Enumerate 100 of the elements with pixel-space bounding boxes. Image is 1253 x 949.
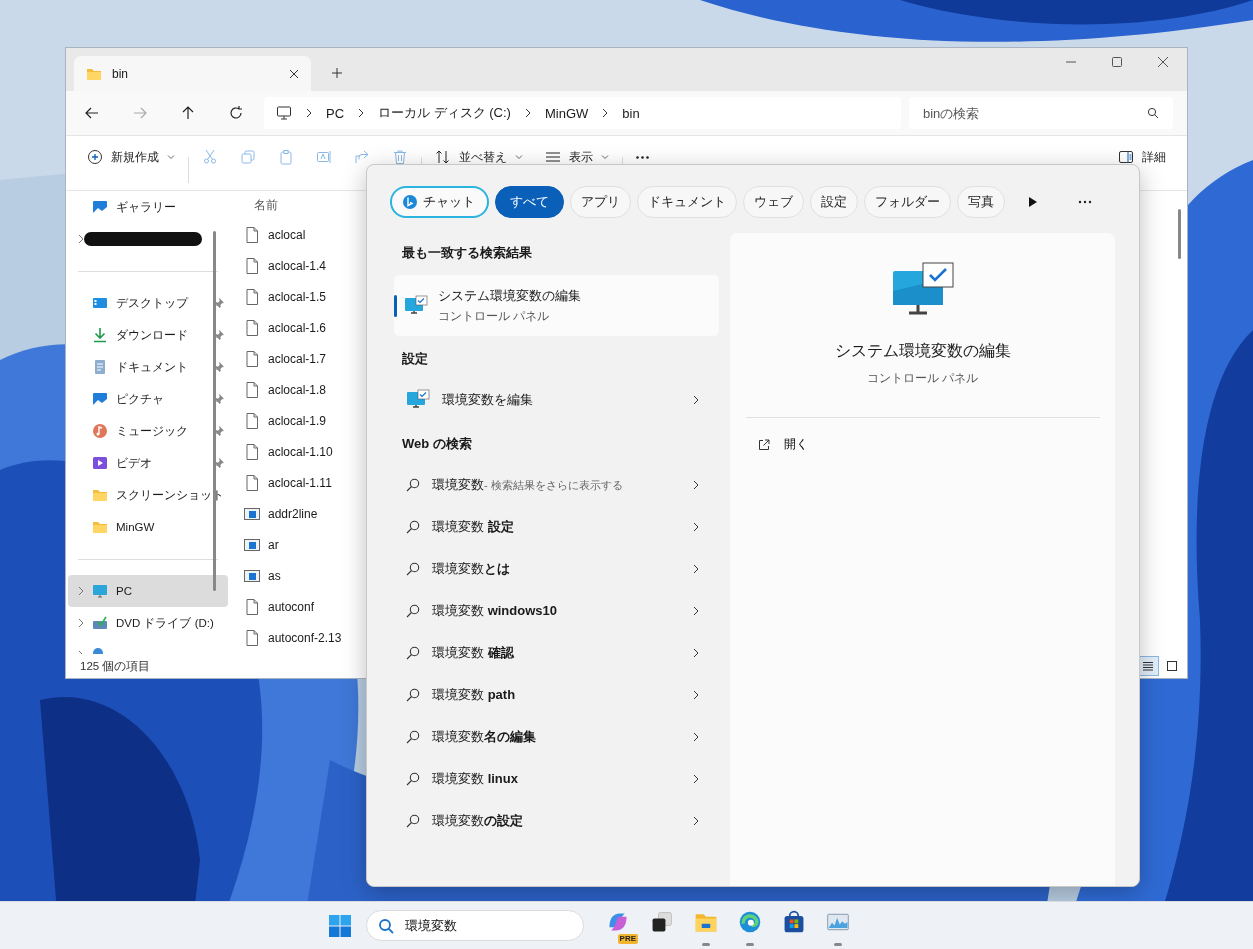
file-icon (244, 319, 260, 336)
breadcrumb[interactable]: MinGW (544, 105, 589, 121)
file-icon (244, 598, 260, 615)
file-name[interactable]: aclocal-1.10 (268, 444, 333, 459)
video-icon (92, 455, 108, 471)
filter-tab[interactable]: ドキュメント (637, 186, 737, 218)
monitor-icon (92, 583, 108, 599)
chevron-icon (693, 480, 699, 490)
app-window-icon (244, 536, 260, 553)
app-window-icon (244, 505, 260, 522)
settings-result[interactable]: 環境変数を編集 (394, 379, 719, 421)
filter-tab[interactable]: チャット (390, 186, 489, 218)
details-pane-button[interactable]: 詳細 (1107, 149, 1177, 165)
web-search-result[interactable]: 環境変数 linux (394, 758, 719, 800)
new-button[interactable]: 新規作成 (76, 149, 186, 165)
breadcrumb[interactable]: PC (326, 105, 345, 121)
task-view-icon[interactable] (650, 909, 674, 934)
web-search-result[interactable]: 環境変数 path (394, 674, 719, 716)
web-search-result[interactable]: 環境変数名の編集 (394, 716, 719, 758)
web-search-result[interactable]: 環境変数 設定 (394, 506, 719, 548)
file-name[interactable]: aclocal-1.5 (268, 289, 327, 304)
maximize-icon[interactable] (1111, 56, 1123, 68)
file-name[interactable]: aclocal-1.11 (268, 475, 332, 490)
tab-title: bin (112, 66, 129, 81)
file-name[interactable]: autoconf (268, 599, 315, 614)
sidebar-item[interactable]: ギャラリー (116, 199, 224, 215)
sort-icon (435, 149, 451, 165)
sidebar-item[interactable]: DVD ドライブ (D:) (116, 615, 224, 631)
filter-tab[interactable]: アプリ (570, 186, 631, 218)
close-icon[interactable] (289, 68, 299, 79)
file-name[interactable]: ar (268, 537, 279, 552)
sidebar-item[interactable]: ビデオ (116, 455, 206, 471)
web-search-result[interactable]: 環境変数- 検索結果をさらに表示する (394, 464, 719, 506)
file-name[interactable]: aclocal-1.9 (268, 413, 327, 428)
start-icon[interactable] (328, 913, 352, 938)
best-match-result[interactable]: システム環境変数の編集 コントロール パネル (394, 275, 719, 336)
view-button[interactable]: 表示 (534, 149, 620, 165)
new-tab-icon[interactable] (331, 67, 343, 79)
file-name[interactable]: aclocal-1.6 (268, 320, 327, 335)
edge-icon[interactable] (738, 909, 762, 934)
section-heading: Web の検索 (401, 435, 473, 453)
folder-icon (92, 519, 108, 535)
file-icon (244, 381, 260, 398)
back-arrow-icon[interactable] (84, 105, 100, 121)
search-icon (406, 646, 420, 660)
filter-tab[interactable]: すべて (495, 186, 564, 218)
file-icon (244, 474, 260, 491)
sidebar-item[interactable]: ミュージック (116, 423, 206, 439)
address-bar[interactable]: PC ローカル ディスク (C:) MinGW bin (264, 97, 901, 129)
clipboard-icon (278, 149, 294, 165)
search-field[interactable]: binの検索 (909, 97, 1173, 129)
file-icon (244, 412, 260, 429)
breadcrumb[interactable]: bin (622, 105, 640, 121)
caret-icon (515, 154, 523, 160)
filter-tab[interactable]: フォルダー (864, 186, 951, 218)
store-icon[interactable] (782, 909, 806, 934)
file-name[interactable]: aclocal-1.4 (268, 258, 327, 273)
sidebar-item[interactable]: ドキュメント (116, 359, 206, 375)
web-search-result[interactable]: 環境変数 windows10 (394, 590, 719, 632)
chevron-icon[interactable] (78, 586, 84, 596)
external-link-icon (758, 438, 770, 451)
chevron-icon[interactable] (78, 234, 84, 244)
details-pane-icon (1118, 149, 1134, 165)
share-icon (354, 149, 370, 165)
search-field[interactable]: 環境変数 (366, 910, 584, 941)
file-name[interactable]: autoconf-2.13 (268, 630, 342, 645)
search-icon (406, 688, 420, 702)
file-icon (244, 350, 260, 367)
monitor-icon (276, 105, 292, 121)
play-icon[interactable] (1027, 196, 1039, 208)
sidebar-item[interactable]: デスクトップ (116, 295, 206, 311)
sidebar-item[interactable]: ダウンロード (116, 327, 206, 343)
refresh-icon[interactable] (228, 105, 244, 121)
open-button[interactable]: 開く (754, 432, 812, 457)
search-icon (406, 604, 420, 618)
sort-button[interactable]: 並べ替え (424, 149, 534, 165)
sidebar-item[interactable]: MinGW (116, 521, 224, 533)
file-name[interactable]: addr2line (268, 506, 318, 521)
close-icon[interactable] (1157, 56, 1169, 68)
filter-tab[interactable]: 写真 (957, 186, 1005, 218)
up-arrow-icon[interactable] (180, 105, 196, 121)
breadcrumb[interactable]: ローカル ディスク (C:) (378, 104, 511, 122)
sidebar-item[interactable]: スクリーンショット (116, 487, 224, 503)
copy-icon (240, 149, 256, 165)
sidebar-item[interactable]: ピクチャ (116, 391, 206, 407)
filter-tab[interactable]: ウェブ (743, 186, 804, 218)
web-search-result[interactable]: 環境変数 確認 (394, 632, 719, 674)
web-search-result[interactable]: 環境変数の設定 (394, 800, 719, 842)
chevron-icon (693, 732, 699, 742)
chevron-icon (693, 690, 699, 700)
chevron-icon (693, 564, 699, 574)
file-name[interactable]: aclocal-1.8 (268, 382, 327, 397)
file-name[interactable]: as (268, 568, 281, 583)
folder-tab[interactable]: bin (74, 56, 311, 91)
file-name[interactable]: aclocal-1.7 (268, 351, 327, 366)
web-search-result[interactable]: 環境変数とは (394, 548, 719, 590)
chevron-icon[interactable] (78, 618, 84, 628)
chevron-icon (524, 108, 531, 118)
filter-tab[interactable]: 設定 (810, 186, 858, 218)
file-name[interactable]: aclocal (268, 227, 306, 242)
